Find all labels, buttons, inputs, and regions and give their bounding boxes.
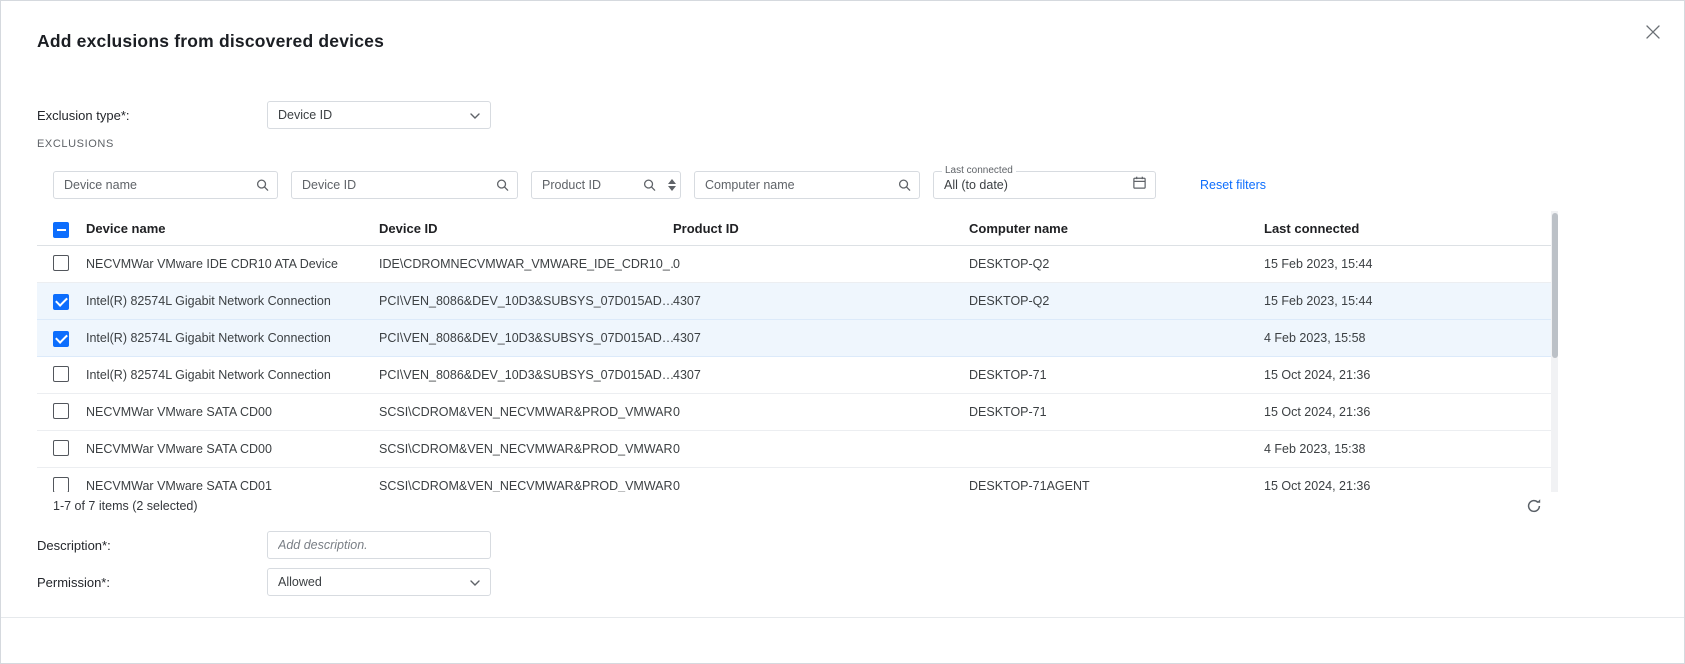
computer-name-cell: DESKTOP-Q2 [969, 294, 1050, 308]
device-name-cell: Intel(R) 82574L Gigabit Network Connecti… [86, 331, 331, 345]
table-header: Device name Device ID Product ID Compute… [37, 211, 1558, 246]
scrollbar-thumb[interactable] [1551, 213, 1558, 358]
device-id-cell: PCI\VEN_8086&DEV_10D3&SUBSYS_07D015AD… [379, 368, 673, 382]
computer-name-cell: DESKTOP-71 [969, 405, 1047, 419]
device-name-cell: NECVMWar VMware SATA CD00 [86, 405, 272, 419]
table-row[interactable]: NECVMWar VMware SATA CD00 SCSI\CDROM&VEN… [37, 431, 1558, 468]
pagination-status: 1-7 of 7 items (2 selected) [53, 499, 198, 513]
vertical-scrollbar[interactable] [1551, 211, 1558, 492]
device-name-cell: NECVMWar VMware SATA CD01 [86, 479, 272, 492]
computer-name-cell: DESKTOP-71AGENT [969, 479, 1090, 492]
device-name-cell: Intel(R) 82574L Gigabit Network Connecti… [86, 368, 331, 382]
permission-value: Allowed [278, 575, 322, 589]
column-header-device-name[interactable]: Device name [86, 221, 379, 236]
product-id-cell: 4307 [673, 294, 701, 308]
table-footer: 1-7 of 7 items (2 selected) [37, 493, 1546, 519]
row-checkbox[interactable] [53, 439, 69, 456]
search-icon [495, 178, 510, 193]
computer-name-cell: DESKTOP-71 [969, 368, 1047, 382]
exclusion-type-select[interactable]: Device ID [267, 101, 491, 129]
exclusion-type-value: Device ID [278, 108, 333, 122]
close-button[interactable] [1642, 21, 1664, 43]
product-id-cell: 0 [673, 479, 680, 492]
product-id-filter-input[interactable] [531, 171, 681, 199]
product-id-cell: 0 [673, 442, 680, 456]
refresh-button[interactable] [1522, 494, 1546, 518]
device-name-cell: Intel(R) 82574L Gigabit Network Connecti… [86, 294, 331, 308]
description-input[interactable] [267, 531, 491, 559]
last-connected-cell: 15 Oct 2024, 21:36 [1264, 405, 1371, 419]
computer-name-cell: DESKTOP-Q2 [969, 257, 1050, 271]
column-header-computer-name[interactable]: Computer name [969, 221, 1264, 236]
filters-bar: Last connected All (to date) Reset filte… [53, 165, 1266, 199]
row-checkbox[interactable] [53, 402, 69, 419]
last-connected-filter[interactable]: Last connected All (to date) [933, 165, 1156, 199]
reset-filters-link[interactable]: Reset filters [1200, 178, 1266, 192]
chevron-down-icon [470, 575, 480, 589]
search-icon [255, 178, 270, 193]
device-id-cell: PCI\VEN_8086&DEV_10D3&SUBSYS_07D015AD… [379, 331, 673, 345]
device-id-cell: IDE\CDROMNECVMWAR_VMWARE_IDE_CDR10_… [379, 257, 673, 271]
row-checkbox[interactable] [53, 365, 69, 382]
device-id-filter-input[interactable] [291, 171, 518, 199]
device-name-cell: NECVMWar VMware SATA CD00 [86, 442, 272, 456]
exclusions-section-label: EXCLUSIONS [37, 138, 114, 150]
device-id-cell: PCI\VEN_8086&DEV_10D3&SUBSYS_07D015AD… [379, 294, 673, 308]
product-id-cell: 0 [673, 257, 680, 271]
product-id-cell: 0 [673, 405, 680, 419]
last-connected-cell: 4 Feb 2023, 15:38 [1264, 442, 1366, 456]
close-icon [1646, 25, 1660, 42]
row-checkbox[interactable] [53, 476, 69, 492]
table-row[interactable]: Intel(R) 82574L Gigabit Network Connecti… [37, 283, 1558, 320]
permission-select[interactable]: Allowed [267, 568, 491, 596]
last-connected-cell: 15 Feb 2023, 15:44 [1264, 257, 1373, 271]
description-label: Description*: [37, 537, 111, 553]
table-row[interactable]: NECVMWar VMware SATA CD00 SCSI\CDROM&VEN… [37, 394, 1558, 431]
column-header-product-id[interactable]: Product ID [673, 221, 969, 236]
last-connected-filter-label: Last connected [942, 165, 1016, 177]
row-checkbox[interactable] [53, 293, 69, 310]
last-connected-cell: 4 Feb 2023, 15:58 [1264, 331, 1366, 345]
stepper-down-icon [668, 186, 676, 191]
table-body: NECVMWar VMware IDE CDR10 ATA Device IDE… [37, 246, 1558, 492]
table-row[interactable]: Intel(R) 82574L Gigabit Network Connecti… [37, 357, 1558, 394]
device-id-cell: SCSI\CDROM&VEN_NECVMWAR&PROD_VMWAR… [379, 479, 673, 492]
column-header-last-connected[interactable]: Last connected [1264, 221, 1558, 236]
table-row[interactable]: NECVMWar VMware IDE CDR10 ATA Device IDE… [37, 246, 1558, 283]
device-name-filter-input[interactable] [53, 171, 278, 199]
stepper-up-icon [668, 179, 676, 184]
exclusion-type-row: Exclusion type*: Device ID [37, 101, 491, 129]
last-connected-cell: 15 Oct 2024, 21:36 [1264, 368, 1371, 382]
row-checkbox[interactable] [53, 254, 69, 271]
product-id-stepper[interactable] [668, 179, 676, 191]
device-name-cell: NECVMWar VMware IDE CDR10 ATA Device [86, 257, 338, 271]
description-row: Description*: [37, 531, 491, 559]
computer-name-filter-input[interactable] [694, 171, 920, 199]
product-id-cell: 4307 [673, 331, 701, 345]
exclusions-table: Device name Device ID Product ID Compute… [37, 211, 1558, 492]
last-connected-filter-value: All (to date) [944, 178, 1008, 192]
search-icon [897, 178, 912, 193]
refresh-icon [1526, 499, 1542, 517]
footer-divider [1, 617, 1684, 618]
permission-label: Permission*: [37, 574, 110, 590]
select-all-checkbox[interactable] [53, 222, 69, 238]
calendar-icon [1132, 175, 1147, 195]
row-checkbox[interactable] [53, 330, 69, 347]
table-row[interactable]: Intel(R) 82574L Gigabit Network Connecti… [37, 320, 1558, 357]
last-connected-cell: 15 Oct 2024, 21:36 [1264, 479, 1371, 492]
last-connected-cell: 15 Feb 2023, 15:44 [1264, 294, 1373, 308]
chevron-down-icon [470, 108, 480, 122]
device-id-cell: SCSI\CDROM&VEN_NECVMWAR&PROD_VMWAR… [379, 405, 673, 419]
product-id-cell: 4307 [673, 368, 701, 382]
dialog-title: Add exclusions from discovered devices [37, 30, 385, 51]
device-id-cell: SCSI\CDROM&VEN_NECVMWAR&PROD_VMWAR… [379, 442, 673, 456]
exclusion-type-label: Exclusion type*: [37, 107, 130, 123]
table-row[interactable]: NECVMWar VMware SATA CD01 SCSI\CDROM&VEN… [37, 468, 1558, 492]
column-header-device-id[interactable]: Device ID [379, 221, 673, 236]
search-icon [642, 178, 657, 193]
permission-row: Permission*: Allowed [37, 568, 491, 596]
